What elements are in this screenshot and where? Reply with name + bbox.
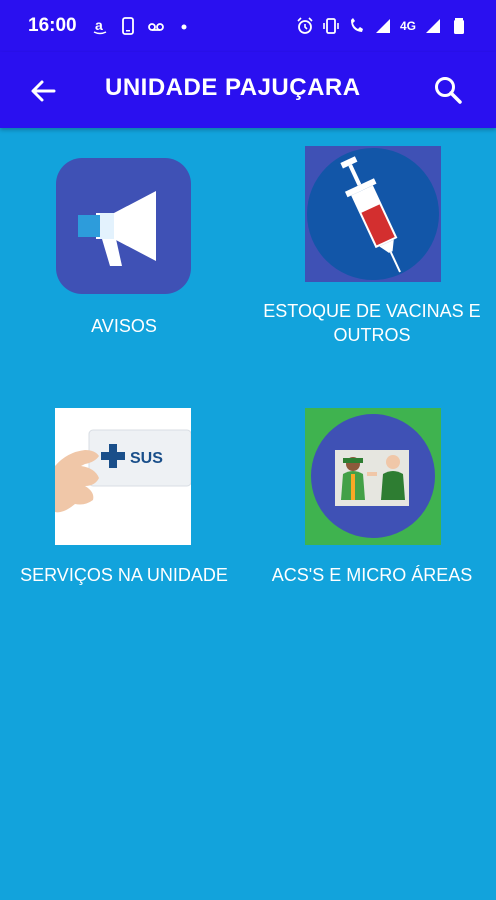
sus-card-text: SUS xyxy=(130,450,163,467)
page-title: UNIDADE PAJUÇARA xyxy=(105,74,361,101)
back-button[interactable] xyxy=(28,76,58,106)
status-right: 4G xyxy=(296,17,468,35)
search-button[interactable] xyxy=(432,74,464,106)
tile-avisos-label: AVISOS xyxy=(91,316,157,336)
amazon-icon: a xyxy=(93,17,106,35)
battery-icon xyxy=(454,18,464,34)
tile-avisos[interactable]: AVISOS xyxy=(0,150,248,350)
tile-acs-label: ACS'S E MICRO ÁREAS xyxy=(271,565,473,585)
status-left: 16:00 a xyxy=(28,15,193,37)
megaphone-icon xyxy=(56,158,191,294)
alarm-icon xyxy=(297,17,313,34)
svg-text:a: a xyxy=(95,17,103,33)
signal-icon xyxy=(426,19,440,33)
tile-estoque[interactable]: ESTOQUE DE VACINAS E OUTROS xyxy=(248,146,496,356)
vibrate-icon xyxy=(323,18,339,34)
status-bar: 16:00 a 4G xyxy=(0,0,496,52)
syringe-icon xyxy=(305,146,441,282)
phone-icon xyxy=(121,17,134,35)
arrow-left-icon xyxy=(31,80,56,102)
tile-estoque-label-line2: OUTROS xyxy=(333,325,411,345)
tile-estoque-label: ESTOQUE DE VACINAS E OUTROS xyxy=(248,299,496,347)
sus-card-image: SUS xyxy=(55,408,191,545)
tile-estoque-label-line1: ESTOQUE DE VACINAS E xyxy=(263,301,481,321)
tile-servicos-label: SERVIÇOS NA UNIDADE xyxy=(20,565,228,585)
status-time: 16:00 xyxy=(28,15,77,36)
voicemail-icon xyxy=(147,23,164,31)
signal-icon xyxy=(375,19,390,33)
tile-servicos[interactable]: SUS SERVIÇOS NA UNIDADE xyxy=(0,408,248,593)
wifi-calling-icon xyxy=(350,18,363,32)
dot-icon xyxy=(181,24,187,30)
app-bar: UNIDADE PAJUÇARA xyxy=(0,52,496,128)
health-agents-image xyxy=(305,408,441,545)
search-icon xyxy=(435,77,462,104)
network-type-label: 4G xyxy=(399,19,416,33)
tile-acs[interactable]: ACS'S E MICRO ÁREAS xyxy=(248,408,496,593)
